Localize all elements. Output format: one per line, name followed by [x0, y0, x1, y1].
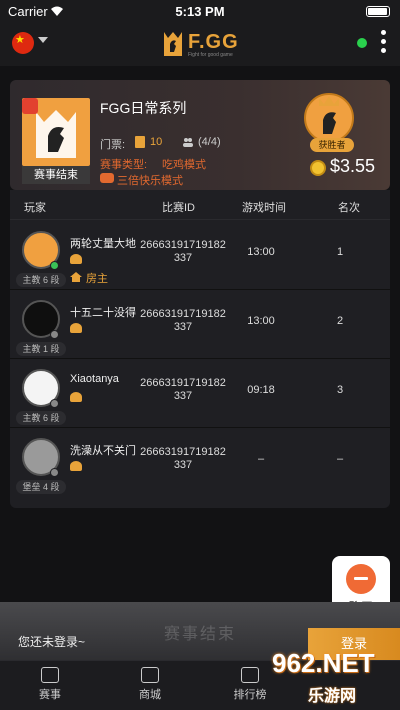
player-level: 主教 6 段 [16, 411, 66, 425]
china-flag-icon[interactable] [12, 32, 34, 54]
table-row[interactable]: 主教 6 段 两轮丈量大地 房主 26663191719182 337 13:0… [10, 221, 390, 290]
match-id-line: 26663191719182 [140, 239, 226, 251]
column-header: 玩家 [24, 202, 46, 214]
app-logo: F.GG Fight for good game [160, 28, 240, 62]
players-count: (4/4) [198, 136, 221, 148]
column-header: 游戏时间 [242, 202, 286, 214]
online-status-icon [357, 38, 367, 48]
offline-status-icon [50, 399, 59, 408]
rank-badge-icon [70, 392, 82, 402]
match-thumbnail [22, 98, 90, 166]
app-badge-icon [22, 98, 38, 114]
rank-badge-icon [70, 254, 82, 264]
rank-value: 3 [336, 384, 344, 396]
battery-icon [366, 6, 390, 17]
video-icon [141, 667, 159, 683]
player-name: Xiaotanya [70, 373, 119, 385]
match-id-line: 26663191719182 [140, 446, 226, 458]
rank-badge-icon [70, 323, 82, 333]
player-name: 洗澡从不关门 [70, 445, 136, 457]
match-id-line: 337 [173, 390, 193, 402]
match-id: 26663191719182 337 [138, 377, 228, 403]
logo-tagline: Fight for good game [188, 52, 233, 58]
not-logged-in-text: 您还未登录~ [18, 635, 86, 649]
tab-shop[interactable]: 商城 [120, 667, 180, 702]
match-id: 26663191719182 337 [138, 308, 228, 334]
match-id: 26663191719182 337 [138, 239, 228, 265]
match-id-line: 26663191719182 [140, 377, 226, 389]
rank-value: 2 [336, 315, 344, 327]
match-status-badge: 赛事结束 [22, 166, 90, 184]
ranking-icon [241, 667, 259, 683]
match-id-line: 337 [173, 459, 193, 471]
game-time: 09:18 [247, 384, 275, 396]
tab-label: 排行榜 [233, 689, 267, 701]
match-id-line: 337 [173, 252, 193, 264]
offline-status-icon [50, 330, 59, 339]
table-header: 玩家 比赛ID 游戏时间 名次 [10, 190, 390, 220]
rank-value: 1 [336, 246, 344, 258]
chat-bubble-icon [346, 564, 376, 594]
rank-badge-icon [70, 461, 82, 471]
tab-label: 商城 [139, 689, 161, 701]
trophy-icon [41, 667, 59, 683]
match-type-value: 吃鸡模式 [162, 159, 206, 171]
player-name: 两轮丈量大地 [70, 238, 136, 250]
host-label: 房主 [86, 273, 108, 285]
status-bar: Carrier 5:13 PM [0, 0, 400, 22]
table-row[interactable]: 主教 1 段 十五二十没得 26663191719182 337 13:00 2 [10, 290, 390, 359]
gamepad-icon [100, 173, 114, 183]
game-time: 13:00 [247, 315, 275, 327]
top-bar: F.GG Fight for good game [0, 22, 400, 66]
tab-label: 赛事 [39, 689, 61, 701]
prize-amount: $3.55 [330, 156, 376, 176]
match-card: 赛事结束 FGG日常系列 门票: 10 (4/4) 赛事类型: 吃鸡模式 三倍快… [10, 80, 390, 190]
site-watermark: 962.NET 乐游网 [264, 648, 400, 706]
offline-status-icon [50, 468, 59, 477]
table-row[interactable]: 主教 6 段 Xiaotanya 26663191719182 337 09:1… [10, 359, 390, 428]
match-id: 26663191719182 337 [138, 446, 228, 472]
player-name: 十五二十没得 [70, 307, 136, 319]
match-id-line: 337 [173, 321, 193, 333]
rank-value: – [336, 453, 344, 465]
player-level: 主教 1 段 [16, 342, 66, 356]
ticket-value: 10 [150, 136, 163, 148]
watermark-text: 962.NET [272, 648, 375, 678]
column-header: 比赛ID [162, 202, 195, 214]
chevron-down-icon[interactable] [38, 37, 48, 43]
winner-label: 获胜者 [310, 138, 354, 152]
knight-icon [164, 32, 182, 56]
logo-text: F.GG [188, 31, 239, 53]
player-level: 主教 6 段 [16, 273, 66, 287]
match-mode-value: 三倍快乐模式 [117, 175, 183, 187]
tab-events[interactable]: 赛事 [20, 667, 80, 702]
home-icon [70, 272, 82, 282]
game-time: – [257, 453, 265, 465]
column-header: 名次 [338, 202, 360, 214]
table-row[interactable]: 堡垒 4 段 洗澡从不关门 26663191719182 337 – – [10, 428, 390, 497]
player-level: 堡垒 4 段 [16, 480, 66, 494]
match-title: FGG日常系列 [100, 100, 187, 116]
coin-icon [310, 160, 326, 176]
ticket-icon [135, 136, 145, 148]
clock-label: 5:13 PM [175, 4, 225, 19]
match-type-label: 赛事类型: [100, 159, 148, 171]
results-table: 玩家 比赛ID 游戏时间 名次 主教 6 段 两轮丈量大地 房主 2666319… [10, 190, 390, 508]
players-icon [183, 138, 193, 147]
more-menu-icon[interactable] [381, 30, 387, 56]
game-time: 13:00 [247, 246, 275, 258]
ticket-label: 门票: [100, 139, 126, 151]
watermark-subtext: 乐游网 [308, 688, 357, 705]
match-id-line: 26663191719182 [140, 308, 226, 320]
online-status-icon [50, 261, 59, 270]
